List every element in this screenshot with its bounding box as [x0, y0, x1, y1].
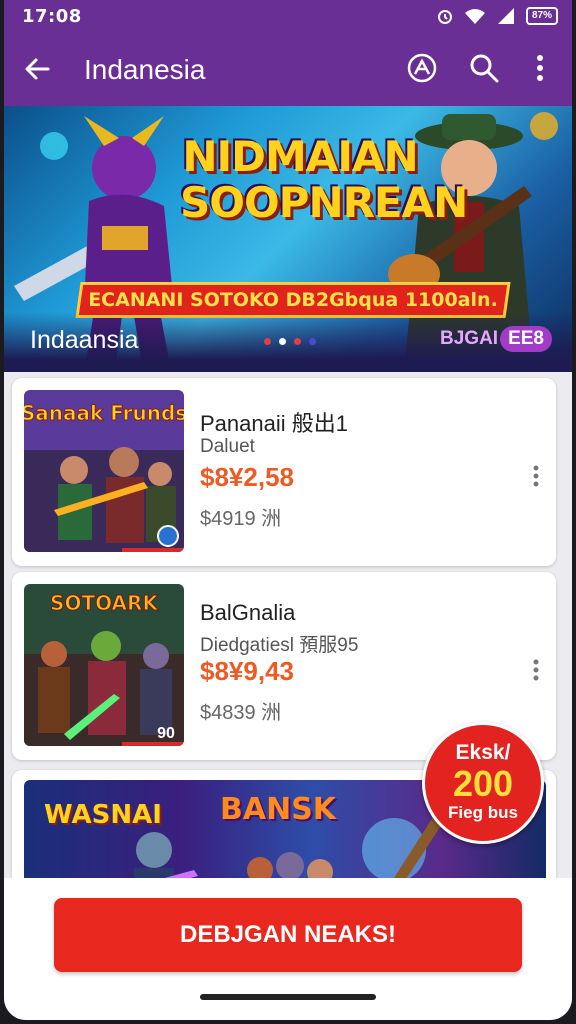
- product-price: $8¥9,43: [200, 656, 294, 686]
- carousel-dot[interactable]: [279, 338, 286, 345]
- status-bar: 17:08 87%: [4, 0, 572, 32]
- game-title-logo: NIDMAIAN SOOPNREAN: [180, 132, 468, 227]
- product-old-price: $4839 洲: [200, 702, 282, 724]
- battery-indicator: 87%: [525, 7, 558, 25]
- hero-banner[interactable]: NIDMAIAN SOOPNREAN ECANANI SOTOKO DB2Gbq…: [4, 106, 572, 372]
- discount-sticker[interactable]: Eksk/ 200 Fieg bus: [422, 722, 544, 844]
- banner-badge[interactable]: BJGAI EE8: [440, 326, 552, 352]
- product-name: BalGnalia: [200, 600, 296, 625]
- carousel-dot[interactable]: [294, 338, 301, 345]
- status-time: 17:08: [22, 6, 82, 27]
- carousel-dot[interactable]: [264, 338, 271, 345]
- wifi-icon: [464, 9, 485, 24]
- more-vertical-icon[interactable]: [532, 658, 540, 682]
- game-cover-art: SOTOARK 90: [24, 584, 184, 746]
- arrow-back-icon[interactable]: [20, 52, 54, 86]
- app-bar: Indanesia: [4, 32, 572, 106]
- more-vertical-icon[interactable]: [532, 464, 540, 488]
- more-vertical-icon[interactable]: [522, 50, 558, 86]
- product-price: $8¥2,58: [200, 462, 294, 492]
- product-old-price: $4919 洲: [200, 508, 282, 530]
- page-title: Indanesia: [84, 54, 206, 85]
- carousel-dots[interactable]: [264, 338, 316, 345]
- banner-title: Indaansia: [30, 326, 139, 354]
- promo-left-title: WASNAI: [44, 800, 162, 830]
- product-card[interactable]: Sanaak Frunds Pananaii 般出1 Daluet $8¥2,5…: [12, 378, 556, 566]
- cta-button[interactable]: DEBJGAN NEAKS!: [54, 898, 522, 972]
- cover-title: SOTOARK: [50, 591, 159, 615]
- phone-screen: 17:08 87% Indanesia NIDMAIAN SOOPNREAN E…: [4, 0, 572, 1020]
- game-cover-art: Sanaak Frunds: [24, 390, 184, 552]
- signal-icon: [497, 8, 514, 24]
- home-indicator[interactable]: [200, 994, 376, 1000]
- promo-center-title: BANSK: [220, 792, 337, 827]
- cover-tag: 90: [157, 725, 175, 742]
- bottom-action-bar: DEBJGAN NEAKS!: [4, 878, 572, 1020]
- product-subtitle: Daluet: [200, 436, 255, 457]
- search-icon[interactable]: [466, 50, 502, 86]
- share-icon[interactable]: [404, 50, 440, 86]
- product-subtitle: Diedgatiesl 預服95: [200, 635, 359, 656]
- product-thumbnail[interactable]: Sanaak Frunds: [24, 390, 184, 552]
- product-thumbnail[interactable]: SOTOARK 90: [24, 584, 184, 746]
- cover-title: Sanaak Frunds: [24, 401, 184, 425]
- carousel-dot[interactable]: [309, 338, 316, 345]
- product-name: Pananaii 般出1: [200, 411, 348, 436]
- alarm-icon: [437, 10, 452, 24]
